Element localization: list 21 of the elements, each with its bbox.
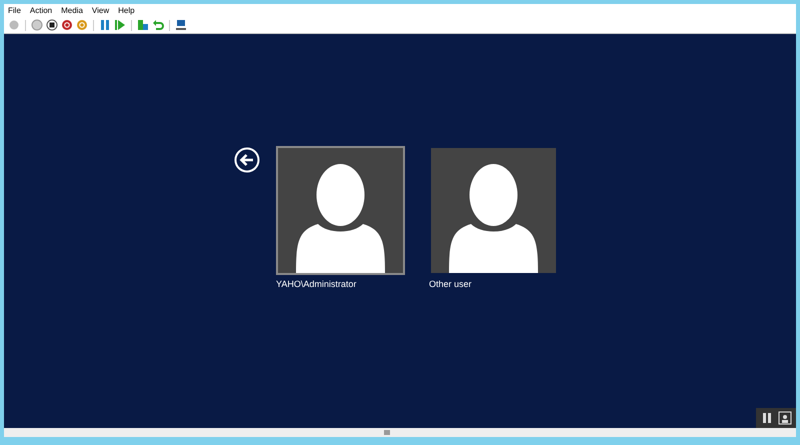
horizontal-scrollbar[interactable] (4, 428, 796, 437)
menu-item[interactable]: File (8, 6, 21, 15)
user-icon[interactable] (778, 411, 792, 425)
menu-item[interactable]: Media (61, 6, 83, 15)
pause-icon[interactable] (760, 411, 774, 425)
resume-icon[interactable] (114, 19, 126, 31)
save-icon[interactable] (76, 19, 88, 31)
scroll-thumb[interactable] (384, 430, 390, 435)
start-icon[interactable] (31, 19, 43, 31)
user-tile[interactable] (429, 146, 558, 275)
pause-icon[interactable] (99, 19, 111, 31)
enhanced-session-icon[interactable] (175, 19, 187, 31)
revert-icon[interactable] (152, 19, 164, 31)
menu-item[interactable]: View (92, 6, 110, 15)
menu-item[interactable]: Help (118, 6, 135, 15)
user-tile[interactable] (276, 146, 405, 275)
shutdown-icon[interactable] (61, 19, 73, 31)
stop-icon[interactable] (46, 19, 58, 31)
user-name: YAHO\Administrator (276, 279, 358, 289)
user-name: Other user (429, 279, 473, 289)
menu-item[interactable]: Action (30, 6, 52, 15)
